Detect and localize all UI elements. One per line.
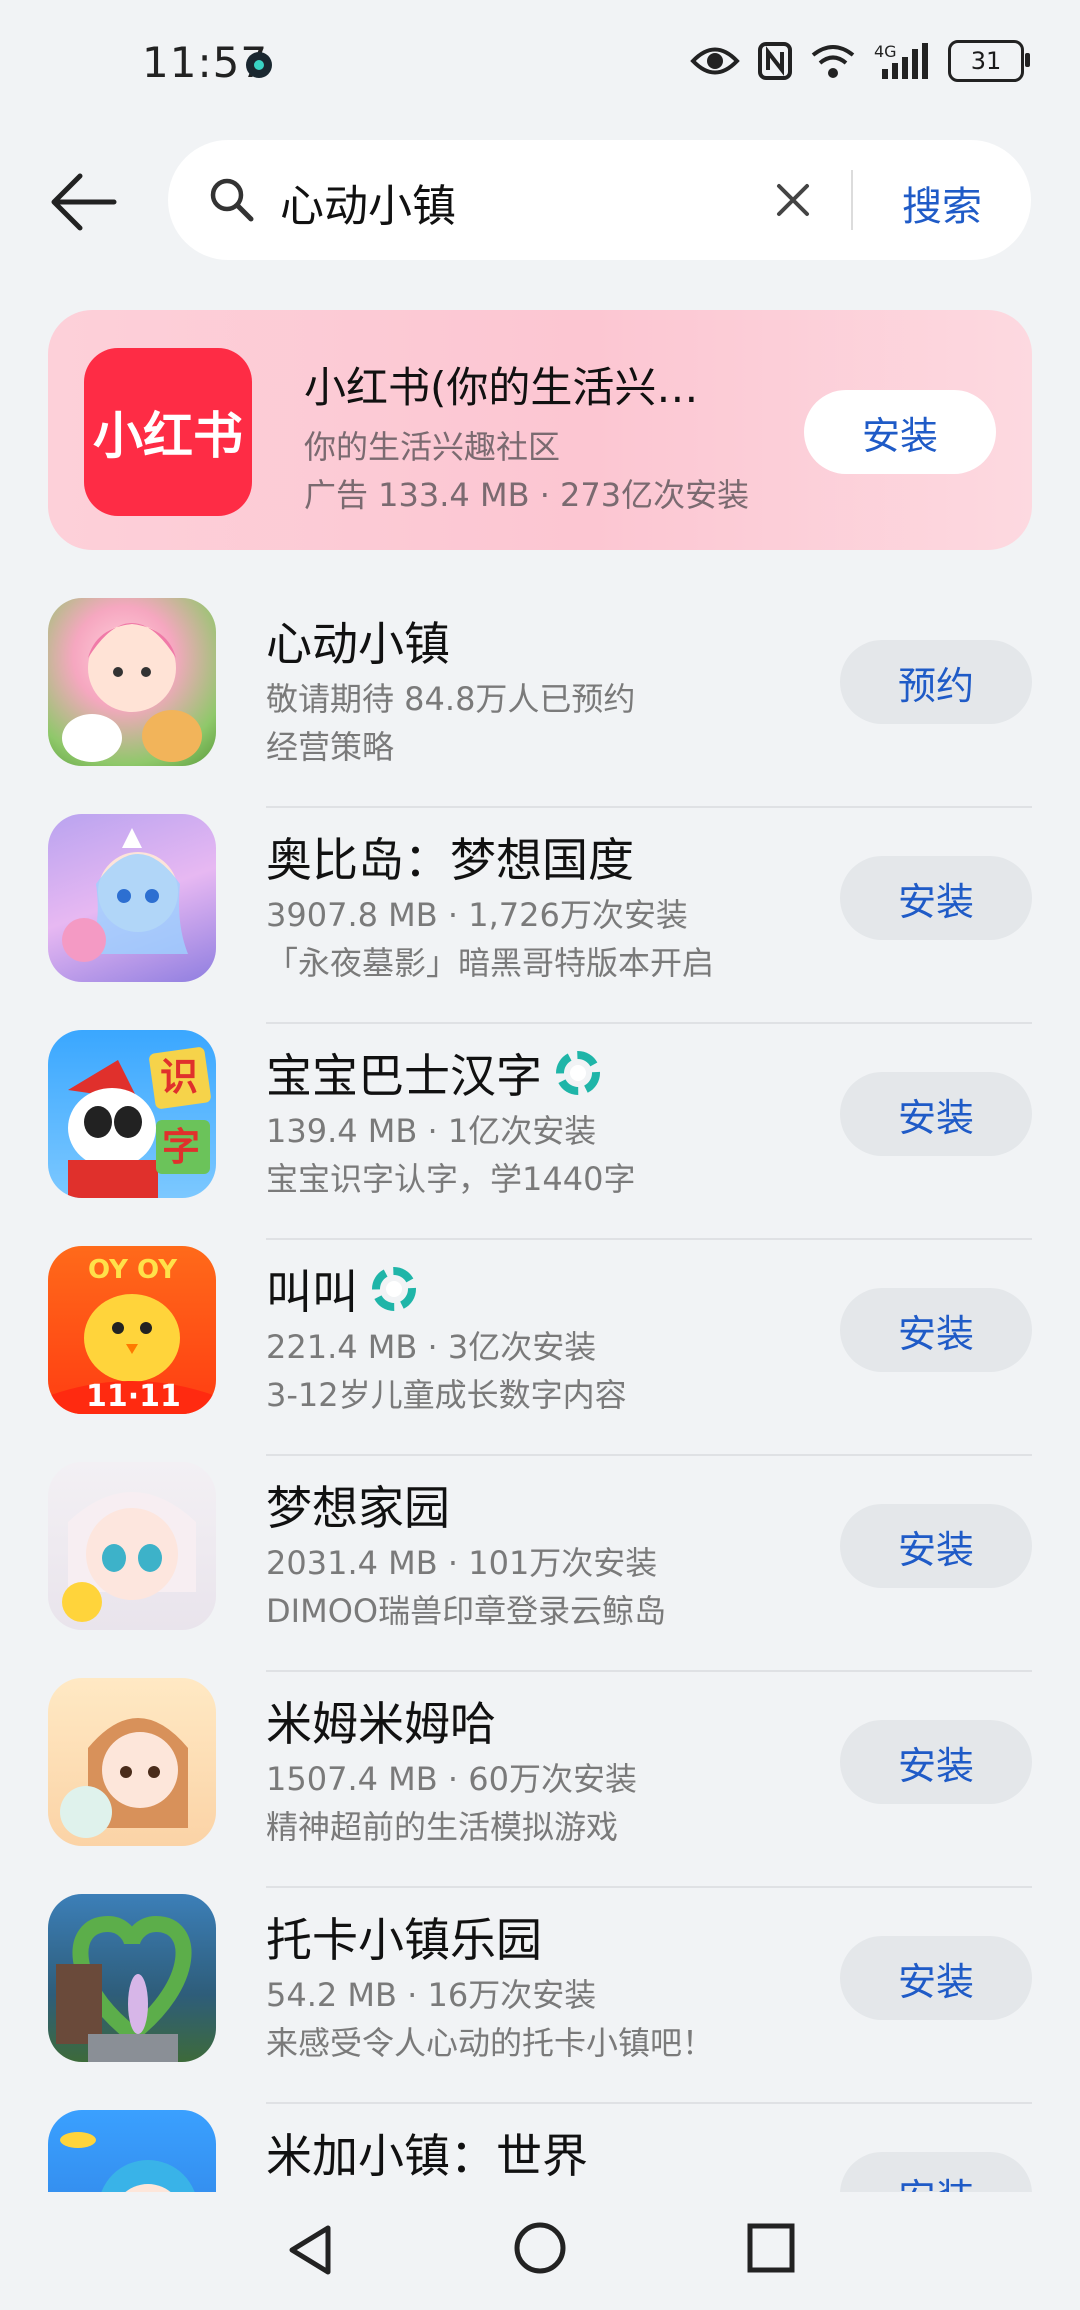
ad-title: 小红书(你的生活兴… [304,363,699,412]
battery-indicator: 31 [948,40,1030,82]
app-name: 宝宝巴士汉字 [266,1040,600,1106]
svg-text:11·11: 11·11 [86,1379,181,1414]
ad-subtitle: 你的生活兴趣社区 [304,428,561,466]
back-button[interactable] [48,170,120,234]
wifi-icon [810,41,856,81]
app-stats: 54.2 MB · 16万次安装 [266,1976,597,2014]
nfc-icon [758,41,792,81]
list-item[interactable]: 米加小镇：世界 安装 [0,2104,1080,2192]
status-bar: 11:57 4G 31 [0,0,1080,130]
app-name-text: 心动小镇 [266,617,450,671]
notification-app-icon [246,52,272,78]
nav-recent-icon[interactable] [746,2222,796,2274]
cellular-4g-icon: 4G [874,41,930,81]
search-input[interactable]: 心动小镇 [280,170,456,234]
search-button[interactable]: 搜索 [902,174,982,232]
verified-badge-icon [372,1267,416,1311]
install-button[interactable]: 安装 [840,1720,1032,1804]
install-button[interactable]: 安装 [840,1936,1032,2020]
app-icon [48,598,216,766]
reserve-button[interactable]: 预约 [840,640,1032,724]
install-button[interactable]: 安装 [840,856,1032,940]
app-description: 来感受令人心动的托卡小镇吧！ [266,2024,715,2062]
app-name-text: 奥比岛：梦想国度 [266,833,634,887]
app-icon [48,1678,216,1846]
app-name-text: 米加小镇：世界 [266,2129,588,2183]
app-description: 经营策略 [266,728,395,766]
list-item[interactable]: 米姆米姆哈 1507.4 MB · 60万次安装 精神超前的生活模拟游戏 安装 [0,1672,1080,1888]
app-description: 「永夜墓影」暗黑哥特版本开启 [266,944,715,982]
verified-badge-icon [556,1051,600,1095]
eye-icon [690,41,740,81]
app-icon [48,814,216,982]
divider [851,170,853,230]
svg-text:OY OY: OY OY [88,1255,178,1285]
svg-text:字: 字 [162,1125,200,1169]
app-icon [48,2110,216,2192]
ad-meta: 广告 133.4 MB · 273亿次安装 [304,476,750,514]
app-description: 3-12岁儿童成长数字内容 [266,1376,627,1414]
app-icon [48,1462,216,1630]
svg-text:识: 识 [160,1055,198,1099]
app-description: 精神超前的生活模拟游戏 [266,1808,619,1846]
app-stats: 139.4 MB · 1亿次安装 [266,1112,597,1150]
search-bar[interactable]: 心动小镇 搜索 [168,140,1031,260]
app-description: DIMOO瑞兽印章登录云鲸岛 [266,1592,667,1630]
status-icons: 4G 31 [690,40,1030,82]
app-name: 梦想家园 [266,1472,450,1538]
results-list: 心动小镇 敬请期待 84.8万人已预约 经营策略 预约 奥比岛：梦想国度 390… [0,592,1080,2192]
list-item[interactable]: 梦想家园 2031.4 MB · 101万次安装 DIMOO瑞兽印章登录云鲸岛 … [0,1456,1080,1672]
list-item[interactable]: 奥比岛：梦想国度 3907.8 MB · 1,726万次安装 「永夜墓影」暗黑哥… [0,808,1080,1024]
nav-back-icon[interactable] [284,2222,336,2278]
app-icon [48,1894,216,2062]
install-button[interactable]: 安装 [840,1504,1032,1588]
search-icon [210,178,254,222]
list-item[interactable]: 托卡小镇乐园 54.2 MB · 16万次安装 来感受令人心动的托卡小镇吧！ 安… [0,1888,1080,2104]
install-button[interactable]: 安装 [840,1288,1032,1372]
app-description: 宝宝识字认字，学1440字 [266,1160,636,1198]
app-stats: 敬请期待 84.8万人已预约 [266,680,636,718]
list-item[interactable]: 心动小镇 敬请期待 84.8万人已预约 经营策略 预约 [0,592,1080,808]
app-stats: 221.4 MB · 3亿次安装 [266,1328,597,1366]
ad-card[interactable]: 小红书 小红书(你的生活兴… 你的生活兴趣社区 广告 133.4 MB · 27… [48,310,1032,550]
app-icon: 识字 [48,1030,216,1198]
app-name-text: 宝宝巴士汉字 [266,1049,542,1103]
app-name-text: 梦想家园 [266,1481,450,1535]
install-button[interactable]: 安装 [804,390,996,474]
app-stats: 1507.4 MB · 60万次安装 [266,1760,637,1798]
list-item[interactable]: OY OY 11·11 叫叫 221.4 MB · 3亿次安装 3-12岁儿童成长… [0,1240,1080,1456]
app-icon: OY OY 11·11 [48,1246,216,1414]
navigation-bar [0,2192,1080,2310]
close-icon[interactable] [773,180,813,220]
app-stats: 3907.8 MB · 1,726万次安装 [266,896,688,934]
app-name: 托卡小镇乐园 [266,1904,542,1970]
app-name-text: 叫叫 [266,1265,358,1319]
app-stats: 2031.4 MB · 101万次安装 [266,1544,658,1582]
svg-text:4G: 4G [874,42,897,61]
app-name-text: 托卡小镇乐园 [266,1913,542,1967]
install-button[interactable]: 安装 [840,2152,1032,2192]
app-name: 心动小镇 [266,608,450,674]
app-name: 米加小镇：世界 [266,2120,588,2186]
app-name: 米姆米姆哈 [266,1688,496,1754]
list-item[interactable]: 识字 宝宝巴士汉字 139.4 MB · 1亿次安装 宝宝识字认字，学1440字… [0,1024,1080,1240]
install-button[interactable]: 安装 [840,1072,1032,1156]
app-icon-xiaohongshu: 小红书 [84,348,252,516]
battery-level: 31 [970,47,1002,75]
arrow-left-icon [51,173,117,231]
app-name: 奥比岛：梦想国度 [266,824,634,890]
app-icon-logo-text: 小红书 [93,407,243,465]
app-name-text: 米姆米姆哈 [266,1697,496,1751]
nav-home-icon[interactable] [512,2220,568,2276]
app-name: 叫叫 [266,1256,416,1322]
